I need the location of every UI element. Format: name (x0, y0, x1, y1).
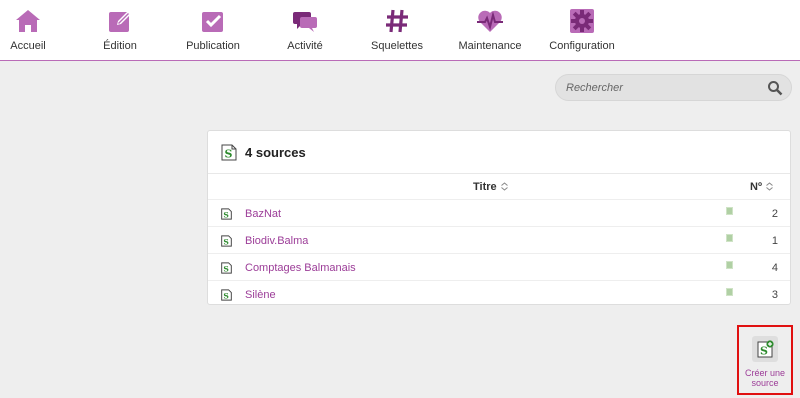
nav-label: Squelettes (371, 40, 423, 52)
sources-box-header: S 4 sources (208, 131, 790, 173)
table-row: S BazNat 2 (208, 199, 790, 226)
column-header-number-label: Nº (750, 181, 762, 193)
nav-item-edition[interactable]: Édition (92, 0, 148, 60)
column-header-title[interactable]: Titre (473, 181, 509, 193)
column-header-number[interactable]: Nº (750, 181, 774, 193)
nav-label: Accueil (10, 40, 46, 52)
nav-item-configuration[interactable]: Configuration (548, 0, 616, 60)
sources-count-title: 4 sources (245, 145, 306, 160)
nav-item-accueil[interactable]: Accueil (0, 0, 56, 60)
source-link[interactable]: Biodiv.Balma (245, 235, 308, 247)
status-icon (726, 234, 733, 242)
source-link[interactable]: BazNat (245, 208, 281, 220)
sort-icon (766, 182, 773, 191)
source-number: 4 (771, 262, 778, 274)
nav-label: Configuration (549, 40, 615, 52)
svg-text:S: S (223, 210, 228, 219)
search-icon[interactable] (767, 80, 783, 96)
create-source-label-line2: source (751, 378, 779, 388)
create-source-label-line1: Créer une (744, 368, 786, 378)
source-doc-icon: S (221, 289, 232, 301)
create-source-label: Créer une source (739, 368, 791, 388)
create-source-icon-bg: S (752, 336, 778, 362)
sources-list-box: S 4 sources Titre Nº S BazNat 2 S Biodiv… (207, 130, 791, 305)
gear-icon (570, 9, 594, 33)
check-icon (202, 12, 223, 32)
table-row: S Silène 3 (208, 280, 790, 307)
source-number: 2 (771, 208, 778, 220)
status-icon (726, 261, 733, 269)
status-icon (726, 207, 733, 215)
search-box (555, 74, 792, 101)
source-doc-icon: S (221, 208, 232, 220)
chat-icon (293, 12, 317, 32)
source-number: 3 (771, 289, 778, 301)
source-doc-icon: S (221, 235, 232, 247)
add-source-icon: S (757, 340, 774, 358)
nav-item-activite[interactable]: Activité (280, 0, 330, 60)
nav-item-maintenance[interactable]: Maintenance (455, 0, 525, 60)
nav-label: Activité (287, 40, 323, 52)
table-row: S Comptages Balmanais 4 (208, 253, 790, 280)
edit-icon (109, 11, 131, 32)
hash-icon (386, 9, 408, 33)
pulse-icon (477, 10, 503, 33)
source-doc-icon: S (221, 144, 237, 161)
nav-label: Publication (186, 40, 240, 52)
source-link[interactable]: Silène (245, 289, 276, 301)
nav-label: Édition (103, 40, 137, 52)
create-source-button[interactable]: S Créer une source (737, 325, 793, 395)
source-number: 1 (771, 235, 778, 247)
table-row: S Biodiv.Balma 1 (208, 226, 790, 253)
search-input[interactable] (566, 80, 761, 96)
source-doc-icon: S (221, 262, 232, 274)
svg-text:S: S (225, 148, 233, 161)
nav-item-squelettes[interactable]: Squelettes (368, 0, 426, 60)
svg-text:S: S (223, 237, 228, 246)
nav-item-publication[interactable]: Publication (182, 0, 244, 60)
svg-text:S: S (223, 291, 228, 300)
column-header-title-label: Titre (473, 181, 497, 193)
sort-icon (500, 182, 508, 191)
table-header: Titre Nº (208, 173, 790, 199)
status-icon (726, 288, 733, 296)
source-link[interactable]: Comptages Balmanais (245, 262, 356, 274)
top-navigation: Accueil Édition Publication Activité Squ… (0, 0, 800, 61)
svg-text:S: S (223, 264, 228, 273)
svg-text:S: S (760, 345, 768, 358)
home-icon (16, 10, 40, 32)
nav-label: Maintenance (458, 40, 522, 52)
